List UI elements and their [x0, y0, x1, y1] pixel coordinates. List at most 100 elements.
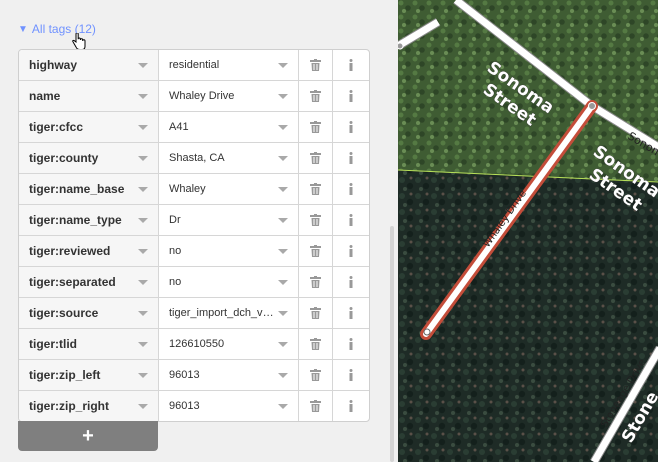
delete-tag-button[interactable]	[299, 236, 333, 266]
vertex-node-left[interactable]	[398, 42, 404, 50]
tag-key-text: tiger:source	[29, 306, 99, 320]
tag-value-text: no	[169, 276, 182, 288]
tag-key-field[interactable]: tiger:name_type	[19, 205, 159, 235]
tag-info-button[interactable]	[333, 391, 369, 421]
tag-row: tiger:separated no	[19, 266, 369, 297]
caret-down-icon[interactable]	[278, 372, 288, 378]
tag-value-field[interactable]: 96013	[159, 391, 299, 421]
delete-tag-button[interactable]	[299, 391, 333, 421]
caret-down-icon[interactable]	[278, 62, 288, 68]
tag-value-field[interactable]: Whaley Drive	[159, 81, 299, 111]
tag-key-field[interactable]: tiger:separated	[19, 267, 159, 297]
trash-icon	[310, 307, 321, 319]
tag-info-button[interactable]	[333, 143, 369, 173]
trash-icon	[310, 245, 321, 257]
delete-tag-button[interactable]	[299, 81, 333, 111]
tag-info-button[interactable]	[333, 205, 369, 235]
tag-key-text: tiger:name_type	[29, 213, 122, 227]
tag-value-field[interactable]: A41	[159, 112, 299, 142]
caret-down-icon[interactable]	[138, 155, 148, 161]
tag-key-text: tiger:separated	[29, 275, 116, 289]
tag-info-button[interactable]	[333, 81, 369, 111]
tag-value-text: A41	[169, 121, 189, 133]
caret-down-icon[interactable]	[278, 403, 288, 409]
info-icon	[349, 307, 353, 319]
tag-value-field[interactable]: no	[159, 267, 299, 297]
trash-icon	[310, 90, 321, 102]
caret-down-icon[interactable]	[138, 93, 148, 99]
endpoint-node[interactable]	[423, 328, 431, 336]
caret-down-icon[interactable]	[278, 93, 288, 99]
tag-key-field[interactable]: tiger:zip_right	[19, 391, 159, 421]
tag-key-field[interactable]: tiger:tlid	[19, 329, 159, 359]
tag-value-text: tiger_import_dch_v0.6_20070829	[169, 307, 278, 319]
tag-info-button[interactable]	[333, 50, 369, 80]
tag-key-field[interactable]: tiger:reviewed	[19, 236, 159, 266]
caret-down-icon[interactable]	[138, 341, 148, 347]
add-tag-button[interactable]: +	[18, 421, 158, 451]
caret-down-icon[interactable]	[278, 341, 288, 347]
tag-value-text: 96013	[169, 369, 200, 381]
tag-value-text: Whaley	[169, 183, 206, 195]
caret-down-icon[interactable]	[278, 310, 288, 316]
caret-down-icon[interactable]	[138, 372, 148, 378]
tag-info-button[interactable]	[333, 267, 369, 297]
tag-key-field[interactable]: highway	[19, 50, 159, 80]
tag-value-field[interactable]: no	[159, 236, 299, 266]
tag-table: highway residential name Whaley Drive tiger:…	[18, 49, 370, 422]
tag-value-field[interactable]: Shasta, CA	[159, 143, 299, 173]
delete-tag-button[interactable]	[299, 298, 333, 328]
tag-value-text: Shasta, CA	[169, 152, 225, 164]
sidebar-scrollbar[interactable]	[390, 226, 394, 462]
caret-down-icon[interactable]	[278, 248, 288, 254]
tag-key-field[interactable]: tiger:zip_left	[19, 360, 159, 390]
tag-info-button[interactable]	[333, 236, 369, 266]
caret-down-icon[interactable]	[138, 248, 148, 254]
caret-down-icon[interactable]	[138, 310, 148, 316]
tag-value-field[interactable]: Whaley	[159, 174, 299, 204]
info-icon	[349, 121, 353, 133]
tag-value-field[interactable]: tiger_import_dch_v0.6_20070829	[159, 298, 299, 328]
tag-value-field[interactable]: Dr	[159, 205, 299, 235]
tag-info-button[interactable]	[333, 174, 369, 204]
tag-info-button[interactable]	[333, 329, 369, 359]
caret-down-icon[interactable]	[278, 155, 288, 161]
tag-info-button[interactable]	[333, 112, 369, 142]
caret-down-icon[interactable]	[138, 62, 148, 68]
delete-tag-button[interactable]	[299, 50, 333, 80]
caret-down-icon[interactable]	[138, 403, 148, 409]
delete-tag-button[interactable]	[299, 360, 333, 390]
info-icon	[349, 90, 353, 102]
caret-down-icon[interactable]	[138, 279, 148, 285]
caret-down-icon[interactable]	[138, 217, 148, 223]
caret-down-icon[interactable]	[278, 186, 288, 192]
caret-down-icon[interactable]	[138, 186, 148, 192]
tag-value-field[interactable]: 126610550	[159, 329, 299, 359]
vertex-node[interactable]	[588, 102, 596, 110]
delete-tag-button[interactable]	[299, 112, 333, 142]
delete-tag-button[interactable]	[299, 205, 333, 235]
tag-key-field[interactable]: tiger:name_base	[19, 174, 159, 204]
delete-tag-button[interactable]	[299, 267, 333, 297]
info-icon	[349, 214, 353, 226]
tag-key-field[interactable]: tiger:source	[19, 298, 159, 328]
map-view[interactable]: Sonoma Street Sonoma Street Sonom Stone …	[398, 0, 658, 462]
tag-key-field[interactable]: tiger:county	[19, 143, 159, 173]
tag-info-button[interactable]	[333, 298, 369, 328]
tag-value-field[interactable]: residential	[159, 50, 299, 80]
caret-down-icon[interactable]	[138, 124, 148, 130]
info-icon	[349, 59, 353, 71]
caret-down-icon[interactable]	[278, 124, 288, 130]
tag-row: tiger:cfcc A41	[19, 111, 369, 142]
delete-tag-button[interactable]	[299, 174, 333, 204]
delete-tag-button[interactable]	[299, 143, 333, 173]
caret-down-icon[interactable]	[278, 217, 288, 223]
tag-key-field[interactable]: tiger:cfcc	[19, 112, 159, 142]
tag-info-button[interactable]	[333, 360, 369, 390]
caret-down-icon[interactable]	[278, 279, 288, 285]
tag-value-field[interactable]: 96013	[159, 360, 299, 390]
tag-key-text: tiger:zip_right	[29, 399, 109, 413]
delete-tag-button[interactable]	[299, 329, 333, 359]
trash-icon	[310, 400, 321, 412]
tag-key-field[interactable]: name	[19, 81, 159, 111]
